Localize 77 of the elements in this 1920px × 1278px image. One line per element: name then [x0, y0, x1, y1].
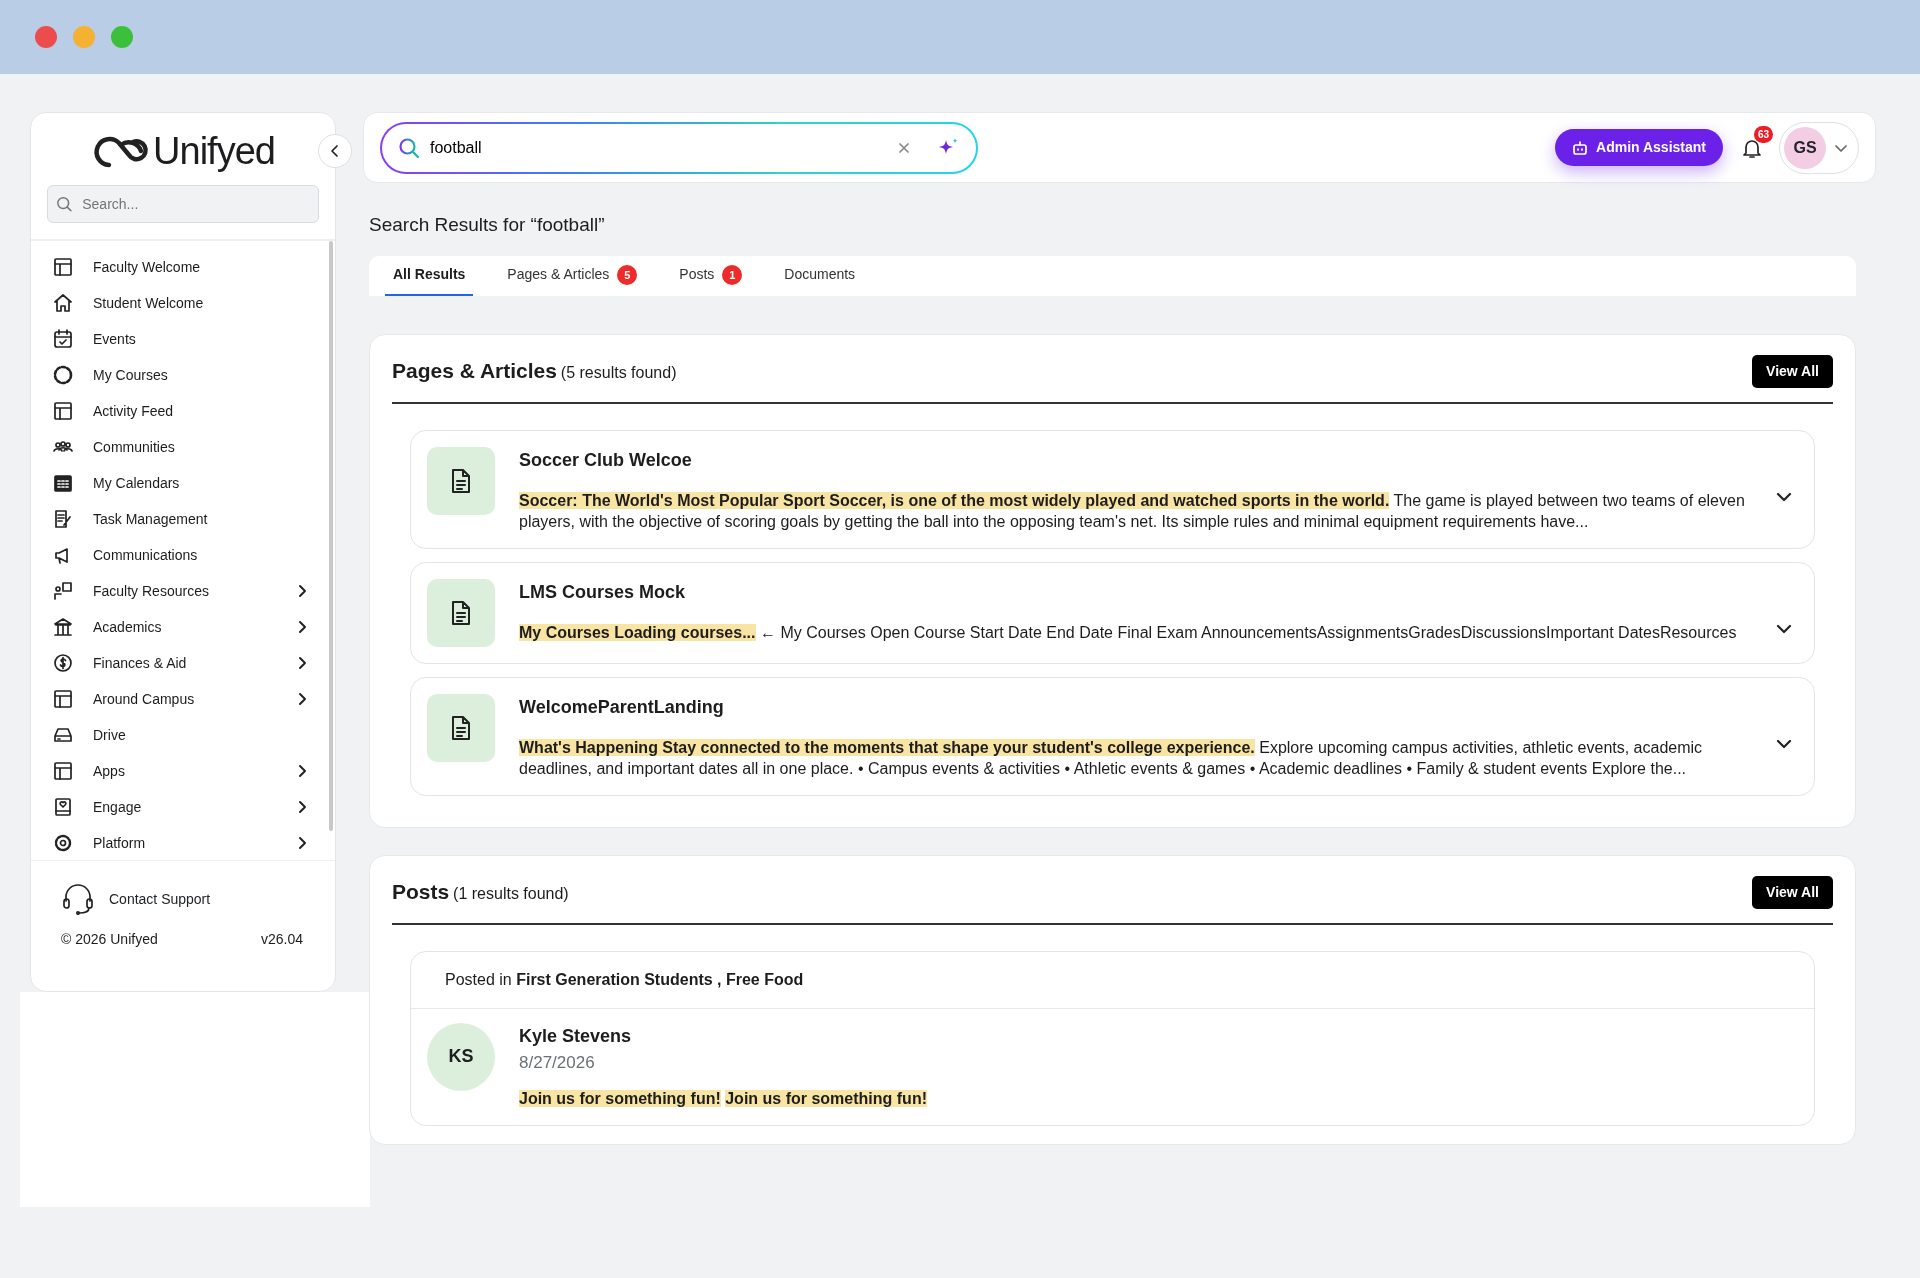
document-icon — [449, 467, 473, 494]
drive-icon — [53, 725, 73, 745]
headset-icon — [61, 883, 95, 915]
nav-item[interactable]: Activity Feed — [31, 393, 335, 429]
search-icon — [56, 195, 73, 213]
avatar: KS — [427, 1022, 495, 1091]
tab[interactable]: All Results — [385, 255, 474, 296]
result-title: LMS Courses Mock — [519, 580, 687, 604]
notification-count: 63 — [1753, 126, 1773, 144]
nav-item[interactable]: Events — [31, 321, 335, 357]
search-bar[interactable]: Search... — [47, 185, 319, 223]
scrollbar[interactable] — [329, 241, 333, 831]
document-icon — [449, 599, 473, 626]
nav-item[interactable]: Finances & Aid — [31, 645, 335, 681]
result-count: (1 results found) — [453, 885, 569, 903]
admin-assistant-button[interactable]: Admin Assistant — [1555, 129, 1723, 166]
nav-item[interactable]: Student Welcome — [31, 285, 335, 321]
note-pencil-icon — [53, 509, 73, 529]
nav-item[interactable]: Platform — [31, 825, 335, 860]
nav-item[interactable]: Communications — [31, 537, 335, 573]
robot-icon — [1572, 139, 1589, 156]
result-card[interactable] — [410, 676, 1815, 796]
dollar-circle-icon — [53, 653, 73, 673]
nav-item[interactable]: My Courses — [31, 357, 335, 393]
nav-item[interactable]: Faculty Resources — [31, 573, 335, 609]
collapse-button[interactable] — [318, 134, 352, 168]
author-name: Kyle Stevens — [519, 1024, 633, 1048]
result-snippet: What's Happening Stay connected to the moments that shape your student's college experience. Explore upcoming campus activities, athletic events, academic deadlines, and important dates all in one place. • Campus events & activities • Athletic events & games • Academic deadlines • Family & student events Explore the... — [519, 737, 1704, 779]
nav-item[interactable]: Around Campus — [31, 681, 335, 717]
posted-in-text: Posted in First Generation Students , Free Food — [411, 951, 1814, 1009]
building-icon — [53, 617, 73, 637]
section-title: Pages & Articles — [392, 359, 557, 383]
view-all-button[interactable]: View All — [1752, 354, 1833, 388]
layout-icon — [53, 401, 73, 421]
calendar-check-icon — [53, 329, 73, 349]
count-badge: 5 — [617, 265, 638, 286]
layout-icon — [53, 689, 73, 709]
tab[interactable]: Documents — [776, 255, 864, 296]
nav-item[interactable]: My Calendars — [31, 465, 335, 501]
nav-item[interactable]: Faculty Welcome — [31, 249, 335, 285]
logo-text: Unifyed — [153, 132, 275, 170]
result-title: Soccer Club Welcoe — [519, 448, 693, 472]
post-text: Join us for something fun! — [519, 1090, 721, 1107]
copyright-text: © 2026 Unifyed — [61, 930, 158, 949]
nav-item[interactable]: Apps — [31, 753, 335, 789]
house-icon — [53, 293, 73, 313]
nav-item[interactable]: Academics — [31, 609, 335, 645]
version-text: v26.04 — [260, 930, 303, 949]
result-title: WelcomeParentLanding — [519, 695, 725, 719]
section-title: Posts — [392, 880, 450, 904]
person-board-icon — [53, 581, 73, 601]
view-all-button[interactable]: View All — [1752, 875, 1833, 909]
results-heading: Search Results for “football” — [369, 213, 606, 237]
calendar-grid-icon — [53, 473, 73, 493]
tab[interactable]: Pages & Articles 5 — [499, 255, 646, 296]
nav-item[interactable]: Communities — [31, 429, 335, 465]
contact-support-link[interactable]: Contact Support — [31, 861, 335, 915]
post-date: 8/27/2026 — [519, 1051, 596, 1074]
tab[interactable]: Posts 1 — [671, 255, 751, 296]
avatar: GS — [1784, 126, 1826, 169]
search-field[interactable]: Search... — [80, 192, 310, 216]
clear-icon[interactable] — [898, 141, 910, 154]
nav-item[interactable]: Drive — [31, 717, 335, 753]
layout-icon — [53, 257, 73, 277]
search-icon — [398, 136, 420, 159]
result-card[interactable]: LMS Courses Mock My Courses Loading courses... ← My Courses Open Course Start Date End Date Final Exam AnnouncementsAssignmentsGradesDiscussionsImportant DatesResources — [410, 561, 1815, 664]
nav-item[interactable]: Engage — [31, 789, 335, 825]
result-snippet: My Courses Loading courses... ← My Courses Open Course Start Date End Date Final Exam AnnouncementsAssignmentsGradesDiscussionsImportant DatesResources — [519, 622, 1738, 643]
layout-icon — [53, 761, 73, 781]
document-icon — [449, 714, 473, 741]
nav-item[interactable]: Task Management — [31, 501, 335, 537]
count-badge: 1 — [722, 265, 743, 286]
post-text: Join us for something fun! — [725, 1090, 927, 1107]
result-count: (5 results found) — [560, 364, 677, 382]
result-snippet: Soccer: The World's Most Popular Sport Soccer, is one of the most widely played and watched sports in the world. The game is played between two teams of eleven players, with the objective of scoring goals by getting the ball into the opposing team's net. Its simple rules and minimal equipment requirements have... — [519, 490, 1746, 532]
result-card[interactable] — [410, 429, 1815, 549]
search-bar[interactable]: football — [380, 121, 978, 174]
